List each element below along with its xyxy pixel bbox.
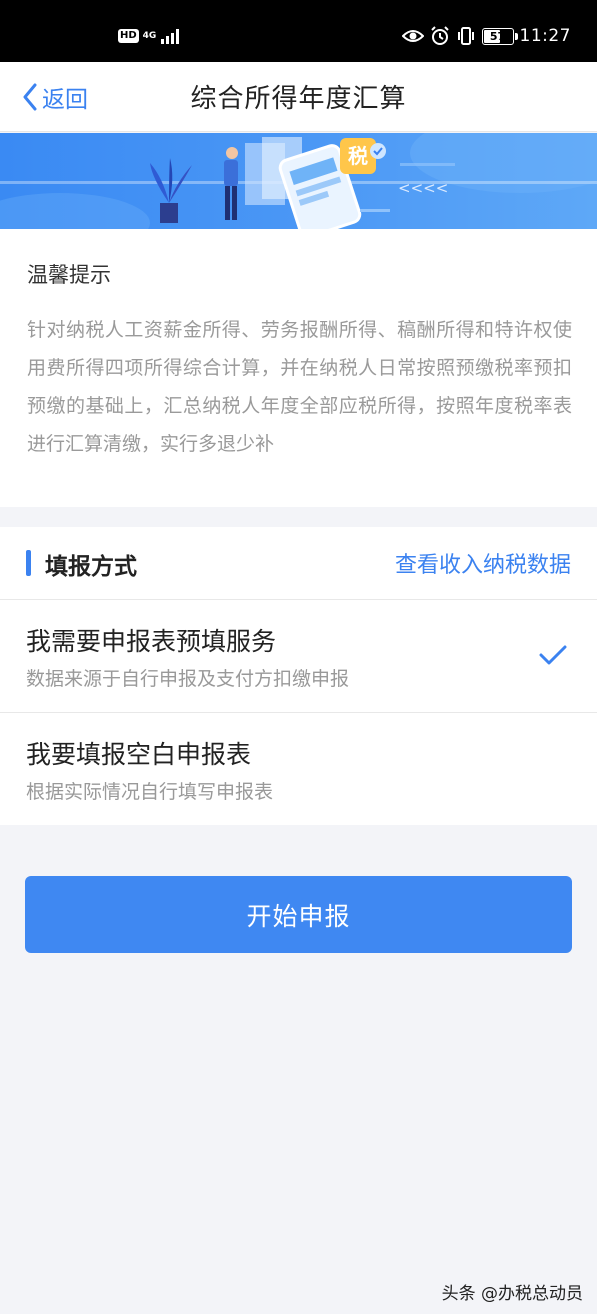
page-title: 综合所得年度汇算 xyxy=(190,84,407,114)
banner-illustration: 税 <<<< xyxy=(0,133,597,229)
filing-section: 填报方式 查看收入纳税数据 我需要申报表预填服务 数据来源于自行申报及支付方扣缴… xyxy=(0,527,597,825)
view-income-data-link[interactable]: 查看收入纳税数据 xyxy=(395,547,571,579)
status-right: 57 11:27 xyxy=(401,26,572,46)
filing-header: 填报方式 查看收入纳税数据 xyxy=(0,527,597,600)
battery-icon: 57 xyxy=(481,27,518,45)
section-indicator xyxy=(26,550,31,576)
tip-body: 针对纳税人工资薪金所得、劳务报酬所得、稿酬所得和特许权使用费所得四项所得综合计算… xyxy=(27,319,572,455)
option-prefill[interactable]: 我需要申报表预填服务 数据来源于自行申报及支付方扣缴申报 xyxy=(0,600,597,713)
status-time: 11:27 xyxy=(519,26,571,46)
tip-title: 温馨提示 xyxy=(27,263,111,287)
tax-badge-text: 税 xyxy=(348,144,368,168)
option-blank[interactable]: 我要填报空白申报表 根据实际情况自行填写申报表 xyxy=(0,713,597,825)
option-desc: 根据实际情况自行填写申报表 xyxy=(26,781,274,803)
vibrate-icon xyxy=(457,27,474,45)
eye-icon xyxy=(401,30,424,42)
network-label: 4G xyxy=(142,30,157,41)
banner-arrows: <<<< xyxy=(398,179,448,197)
hd-badge: HD xyxy=(118,29,139,43)
option-title: 我需要申报表预填服务 xyxy=(26,627,277,656)
nav-bar: 返回 综合所得年度汇算 xyxy=(0,62,597,132)
checkmark-icon xyxy=(539,645,567,665)
person-figure xyxy=(224,147,238,220)
filing-title: 填报方式 xyxy=(45,554,137,580)
plant-icon xyxy=(150,158,192,223)
banner: 税 <<<< xyxy=(0,133,597,229)
status-bar: HD 4G 57 11:27 xyxy=(0,0,597,62)
watermark: 头条 @办税总动员 xyxy=(441,1284,583,1304)
option-desc: 数据来源于自行申报及支付方扣缴申报 xyxy=(26,668,350,690)
option-title: 我要填报空白申报表 xyxy=(26,740,252,769)
signal-icon xyxy=(161,29,180,44)
status-left: HD 4G xyxy=(118,28,182,44)
battery-level: 57 xyxy=(489,29,506,43)
alarm-icon xyxy=(430,26,449,45)
tip-section: 温馨提示 针对纳税人工资薪金所得、劳务报酬所得、稿酬所得和特许权使用费所得四项所… xyxy=(0,229,597,507)
start-filing-button[interactable]: 开始申报 xyxy=(25,876,572,953)
